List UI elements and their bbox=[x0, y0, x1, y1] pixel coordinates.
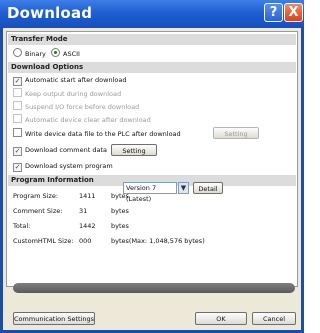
write-device-option[interactable]: Write device data file to the PLC after … bbox=[13, 128, 181, 139]
dialog-body: Transfer Mode Binary ASCII Download Opti… bbox=[3, 28, 301, 330]
total-label: Total: bbox=[13, 222, 31, 230]
download-system-program-checkbox[interactable]: ✓ bbox=[13, 163, 22, 172]
write-device-checkbox[interactable] bbox=[13, 128, 22, 137]
system-program-version-select[interactable]: Version 7 (Latest) bbox=[123, 182, 177, 203]
help-button[interactable]: ? bbox=[264, 3, 283, 22]
total-unit: bytes bbox=[111, 222, 129, 230]
suspend-io-label: Suspend I/O force before download bbox=[25, 103, 140, 111]
keep-output-label: Keep output during download bbox=[25, 90, 122, 98]
comment-size-unit: bytes bbox=[111, 207, 129, 215]
cancel-button[interactable]: Cancel bbox=[252, 312, 296, 325]
suspend-io-option[interactable]: Suspend I/O force before download bbox=[13, 101, 139, 112]
comment-setting-button[interactable]: Setting bbox=[111, 144, 157, 156]
radio-binary-label: Binary bbox=[25, 50, 46, 58]
radio-ascii-label: ASCII bbox=[63, 50, 80, 58]
auto-start-checkbox[interactable]: ✓ bbox=[13, 77, 22, 86]
auto-start-label: Automatic start after download bbox=[25, 76, 127, 84]
keep-output-option[interactable]: Keep output during download bbox=[13, 88, 121, 99]
title-bar[interactable]: Download ? X bbox=[0, 0, 304, 28]
comment-size-value: 31 bbox=[79, 207, 88, 215]
radio-binary[interactable]: Binary bbox=[13, 48, 46, 59]
auto-clear-option[interactable]: Automatic device clear after download bbox=[13, 114, 151, 125]
auto-start-option[interactable]: ✓ Automatic start after download bbox=[13, 75, 126, 86]
auto-clear-label: Automatic device clear after download bbox=[25, 116, 151, 124]
radio-ascii-indicator[interactable] bbox=[51, 48, 60, 57]
download-system-program-option[interactable]: ✓ Download system program bbox=[13, 161, 113, 172]
download-dialog: Download ? X Transfer Mode Binary ASCII … bbox=[0, 0, 304, 333]
keep-output-checkbox[interactable] bbox=[13, 88, 22, 97]
download-progress-bar bbox=[13, 283, 295, 293]
download-comment-option[interactable]: ✓ Download comment data bbox=[13, 145, 107, 156]
communication-settings-button[interactable]: Communication Settings bbox=[13, 312, 95, 325]
close-button[interactable]: X bbox=[284, 3, 303, 22]
write-device-label: Write device data file to the PLC after … bbox=[25, 130, 181, 138]
download-comment-checkbox[interactable]: ✓ bbox=[13, 147, 22, 156]
button-bar: Communication Settings OK Cancel bbox=[3, 305, 301, 330]
auto-clear-checkbox[interactable] bbox=[13, 114, 22, 123]
custom-html-size-unit: bytes(Max: 1,048,576 bytes) bbox=[111, 237, 205, 245]
dialog-title: Download bbox=[7, 4, 93, 22]
comment-size-label: Comment Size: bbox=[13, 207, 63, 215]
program-size-value: 1411 bbox=[79, 192, 96, 200]
download-comment-label: Download comment data bbox=[25, 146, 107, 154]
download-options-header: Download Options bbox=[8, 62, 296, 73]
radio-binary-indicator[interactable] bbox=[13, 48, 22, 57]
download-system-program-label: Download system program bbox=[25, 162, 113, 170]
ok-button[interactable]: OK bbox=[195, 312, 247, 325]
options-panel: Transfer Mode Binary ASCII Download Opti… bbox=[6, 31, 298, 287]
write-device-setting-button[interactable]: Setting bbox=[213, 127, 259, 139]
program-size-label: Program Size: bbox=[13, 192, 59, 200]
total-value: 1442 bbox=[79, 222, 96, 230]
chevron-down-icon[interactable]: ▼ bbox=[178, 182, 189, 194]
transfer-mode-header: Transfer Mode bbox=[8, 34, 296, 45]
radio-ascii[interactable]: ASCII bbox=[51, 48, 80, 59]
detail-button[interactable]: Detail bbox=[193, 182, 223, 194]
custom-html-size-label: CustomHTML Size: bbox=[13, 237, 74, 245]
custom-html-size-value: 000 bbox=[79, 237, 92, 245]
suspend-io-checkbox[interactable] bbox=[13, 101, 22, 110]
